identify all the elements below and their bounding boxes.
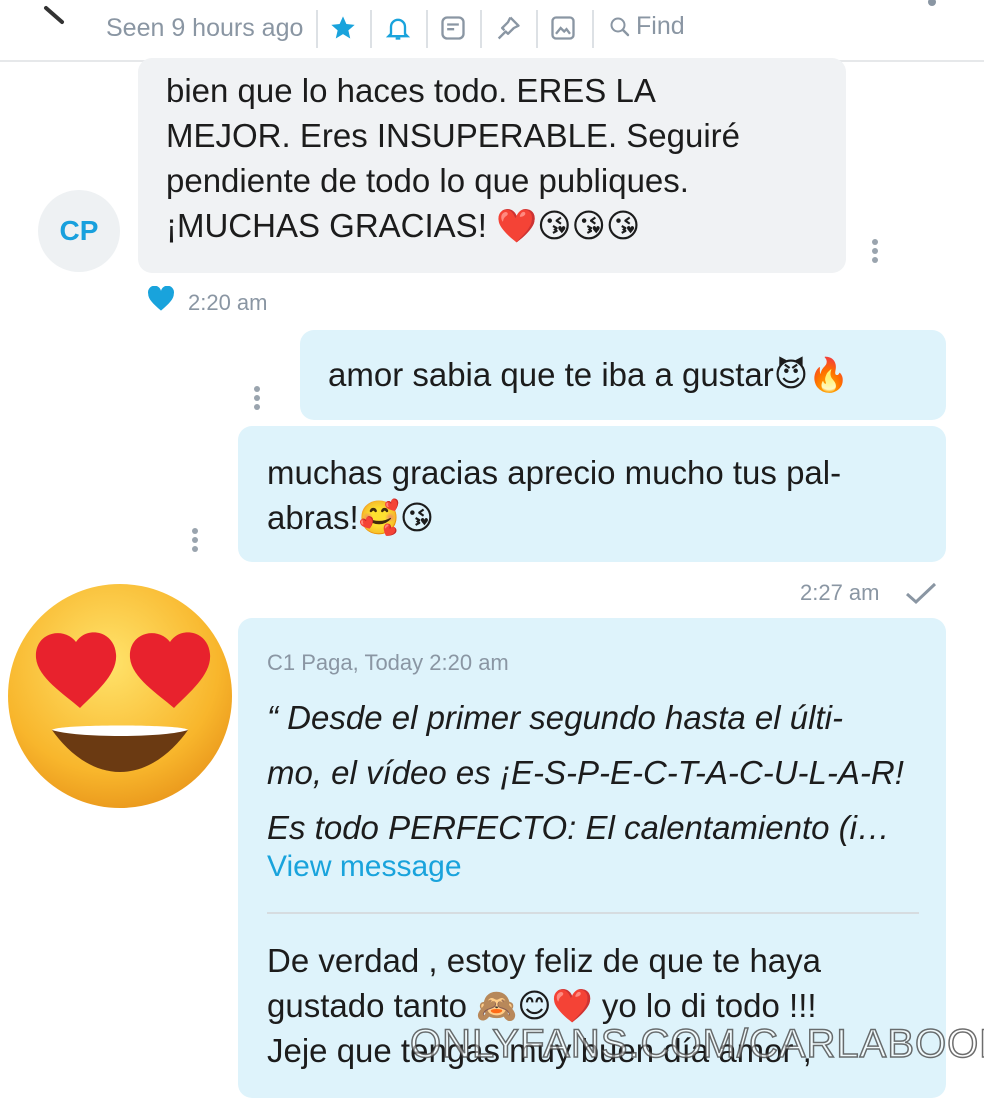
message-line: muchas gracias aprecio mucho tus pal- — [267, 454, 842, 491]
outgoing-message-text: amor sabia que te iba a gustar😈🔥 — [328, 356, 850, 393]
find-label: Find — [636, 12, 685, 40]
back-arrow-icon[interactable] — [38, 0, 78, 28]
message-options-icon[interactable] — [190, 525, 200, 555]
star-icon[interactable] — [329, 14, 357, 42]
quote-line: mo, el vídeo es ¡E-S-P-E-C-T-A-C-U-L-A-R… — [267, 754, 904, 791]
seen-status: Seen 9 hours ago — [106, 14, 304, 42]
message-line: De verdad , estoy feliz de que te haya — [267, 942, 822, 979]
watermark: ONLYFANS.COM/CARLABOOM — [409, 1021, 984, 1067]
message-options-icon[interactable] — [870, 236, 880, 266]
separator — [370, 10, 372, 48]
avatar[interactable]: CP — [38, 190, 120, 272]
message-line: pendiente de todo lo que publiques. — [166, 162, 689, 199]
message-time: 2:27 am — [800, 580, 880, 605]
message-line: ¡MUCHAS GRACIAS! ❤️😘😘😘 — [166, 207, 641, 244]
quote-line: Es todo PERFECTO: El calentamiento (i… — [267, 809, 890, 846]
separator — [536, 10, 538, 48]
separator — [592, 10, 594, 48]
message-line: MEJOR. Eres INSUPERABLE. Seguiré — [166, 117, 741, 154]
message-options-icon[interactable] — [252, 383, 262, 413]
bell-icon[interactable] — [384, 14, 412, 42]
divider — [267, 912, 919, 914]
separator — [316, 10, 318, 48]
more-vertical-icon[interactable] — [924, 0, 940, 20]
quote-line: “ Desde el primer segundo hasta el últi- — [267, 699, 843, 736]
quote-header: C1 Paga, Today 2:20 am — [267, 650, 509, 675]
view-message-link[interactable]: View message — [267, 850, 462, 884]
heart-like-icon[interactable] — [147, 286, 175, 312]
heart-eyes-emoji-icon — [8, 584, 232, 808]
quoted-message: “ Desde el primer segundo hasta el últi-… — [267, 690, 927, 855]
image-icon[interactable] — [549, 14, 577, 42]
separator — [426, 10, 428, 48]
message-time: 2:20 am — [188, 290, 268, 315]
note-icon[interactable] — [439, 14, 467, 42]
find-button[interactable]: Find — [608, 12, 685, 41]
incoming-message-text: bien que lo haces todo. ERES LA MEJOR. E… — [166, 68, 740, 248]
chat-header: Seen 9 hours ago Find — [0, 0, 984, 62]
separator — [480, 10, 482, 48]
check-icon — [906, 582, 937, 605]
message-line: abras!🥰😘 — [267, 499, 435, 536]
message-line: bien que lo haces todo. ERES LA — [166, 72, 656, 109]
pin-icon[interactable] — [494, 14, 522, 42]
search-icon — [610, 17, 630, 36]
outgoing-message-text: muchas gracias aprecio mucho tus pal- ab… — [267, 450, 841, 540]
